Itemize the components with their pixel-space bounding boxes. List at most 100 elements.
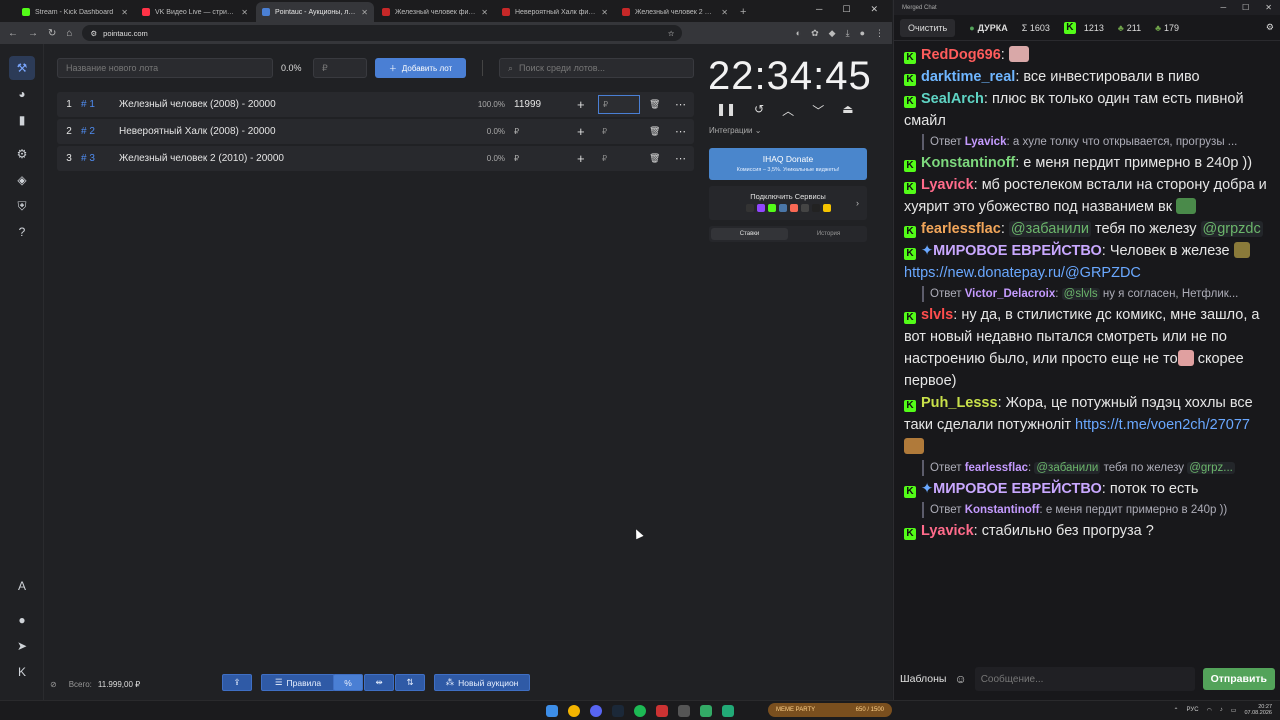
browser-tab[interactable]: VK Видео Live — стримы, прям✕ <box>136 2 254 22</box>
chat-username[interactable]: SealArch <box>921 91 984 107</box>
steam-icon[interactable] <box>612 705 624 717</box>
templates-button[interactable]: Шаблоны <box>900 673 946 685</box>
extension-icon[interactable]: ✿ <box>811 28 819 39</box>
auction-hammer-icon[interactable]: ⚒ <box>9 56 35 80</box>
chevron-up-icon[interactable]: ︿ <box>782 102 794 119</box>
forward-icon[interactable]: → <box>28 28 38 39</box>
tab-history[interactable]: История <box>790 226 867 242</box>
maximize-icon[interactable]: ☐ <box>1242 3 1249 12</box>
emoji-icon[interactable]: ☺ <box>954 672 966 686</box>
telegram-icon[interactable]: ➤ <box>9 634 35 658</box>
add-amount-icon[interactable]: + <box>577 97 585 112</box>
close-window-icon[interactable]: ✕ <box>1265 3 1272 12</box>
spotify-icon[interactable] <box>634 705 646 717</box>
reload-icon[interactable]: ↻ <box>48 28 56 39</box>
percent-toggle-button[interactable]: % <box>333 674 363 691</box>
gear-icon[interactable]: ⚙ <box>9 142 35 166</box>
extension-icon[interactable]: ◆ <box>829 28 836 39</box>
chat-username[interactable]: slvls <box>921 307 953 323</box>
chat-message-input[interactable]: Сообщение... <box>974 667 1195 691</box>
chat-username[interactable]: fearlessflac <box>921 221 1001 237</box>
new-auction-button[interactable]: ⁂ Новый аукцион <box>434 674 530 691</box>
close-icon[interactable]: ✕ <box>601 8 608 17</box>
download-icon[interactable]: ⤓ <box>846 28 850 39</box>
chat-mention[interactable]: @grpzdc <box>1200 221 1263 237</box>
tab-bets[interactable]: Ставки <box>711 228 788 240</box>
trash-icon[interactable]: 🗑 <box>649 126 660 137</box>
chat-username[interactable]: darktime_real <box>921 69 1015 85</box>
profile-icon[interactable]: ● <box>860 28 865 39</box>
lot-row[interactable]: 2 # 2 Невероятный Халк (2008) - 20000 0.… <box>57 119 694 144</box>
meme-party-widget[interactable]: MEME PARTY 650 / 1500 <box>768 703 892 717</box>
lot-bet-input[interactable]: ₽ <box>598 122 640 141</box>
trash-icon[interactable]: 🗑 <box>649 153 660 164</box>
eye-off-icon[interactable]: ⊘ <box>50 680 57 689</box>
split-button[interactable]: ⇹ <box>364 674 394 691</box>
ihaq-donate-card[interactable]: IHAQ Donate Комиссия – 3,5%. Уникальные … <box>709 148 867 180</box>
trash-icon[interactable]: 🗑 <box>649 99 660 110</box>
lot-name-input[interactable]: Название нового лота <box>57 58 273 78</box>
back-icon[interactable]: ← <box>8 28 18 39</box>
app-icon[interactable] <box>678 705 690 717</box>
lot-row[interactable]: 1 # 1 Железный человек (2008) - 20000 10… <box>57 92 694 117</box>
help-icon[interactable]: ? <box>9 220 35 244</box>
chat-username[interactable]: Lyavick <box>921 523 974 539</box>
chat-username[interactable]: МИРОВОЕ ЕВРЕЙСТВО <box>933 481 1102 497</box>
lot-bet-input[interactable]: ₽ <box>598 149 640 168</box>
layers-icon[interactable]: ◈ <box>9 168 35 192</box>
rules-button[interactable]: ☰ Правила <box>261 674 335 691</box>
close-icon[interactable]: ✕ <box>481 8 488 17</box>
gear-icon[interactable]: ⚙ <box>1266 22 1274 33</box>
add-amount-icon[interactable]: + <box>577 151 585 166</box>
chat-username[interactable]: Konstantinoff <box>921 155 1015 171</box>
site-info-icon[interactable]: ⚙ <box>90 29 97 38</box>
chrome-icon[interactable] <box>568 705 580 717</box>
lot-amount-input[interactable]: ₽ <box>313 58 367 78</box>
kick-logo-icon[interactable]: K <box>9 660 35 684</box>
browser-tab[interactable]: Железный человек 2 фильм, 2✕ <box>616 2 734 22</box>
eject-icon[interactable]: ⏏ <box>842 102 853 119</box>
url-field[interactable]: ⚙ pointauc.com ☆ <box>82 25 683 41</box>
battery-icon[interactable]: ▭ <box>1231 707 1237 714</box>
sort-button[interactable]: ⇅ <box>395 674 425 691</box>
chevron-down-icon[interactable]: ﹀ <box>812 102 824 119</box>
more-dots-icon[interactable]: ⋯ <box>675 152 686 165</box>
app-icon[interactable] <box>722 705 734 717</box>
close-window-icon[interactable]: ✕ <box>870 4 878 15</box>
close-icon[interactable]: ✕ <box>241 8 248 17</box>
import-button[interactable]: ⇪ <box>222 674 252 691</box>
lot-search-input[interactable]: ⌕ Поиск среди лотов... <box>499 58 694 78</box>
lot-row[interactable]: 3 # 3 Железный человек 2 (2010) - 20000 … <box>57 146 694 171</box>
system-clock[interactable]: 20:27 07.08.2026 <box>1244 704 1272 716</box>
stats-chart-icon[interactable]: ▮ <box>9 108 35 132</box>
maximize-icon[interactable]: ☐ <box>842 4 850 15</box>
minimize-icon[interactable]: ─ <box>816 4 822 15</box>
chat-username[interactable]: Puh_Lesss <box>921 395 998 411</box>
more-dots-icon[interactable]: ⋯ <box>675 125 686 138</box>
volume-icon[interactable]: ♪ <box>1220 707 1223 713</box>
home-icon[interactable]: ⌂ <box>66 28 72 39</box>
new-tab-button[interactable]: + <box>740 2 746 22</box>
chat-username[interactable]: RedDog696 <box>921 47 1001 63</box>
add-lot-button[interactable]: ＋ Добавить лот <box>375 58 466 78</box>
lot-name[interactable]: Железный человек 2 (2010) - 20000 <box>119 153 439 164</box>
app-icon[interactable] <box>656 705 668 717</box>
wheel-icon[interactable]: ◕ <box>9 82 35 106</box>
github-icon[interactable]: ● <box>9 608 35 632</box>
close-icon[interactable]: ✕ <box>121 8 128 17</box>
browser-tab[interactable]: Stream - Kick Dashboard ✕ <box>16 2 134 22</box>
lot-name[interactable]: Железный человек (2008) - 20000 <box>119 99 439 110</box>
browser-tab-active[interactable]: Pointauc - Аукционы, лотерея ✕ <box>256 2 374 22</box>
browser-tab[interactable]: Невероятный Халк фильм, 20 ✕ <box>496 2 614 22</box>
chat-link[interactable]: https://t.me/voen2ch/27077 <box>1075 417 1250 433</box>
add-amount-icon[interactable]: + <box>577 124 585 139</box>
menu-dots-icon[interactable]: ⋮ <box>875 28 884 39</box>
close-icon[interactable]: ✕ <box>361 8 368 17</box>
clear-chat-button[interactable]: Очистить <box>900 18 956 37</box>
more-dots-icon[interactable]: ⋯ <box>675 98 686 111</box>
translate-icon[interactable]: A <box>9 574 35 598</box>
reset-icon[interactable]: ↺ <box>754 102 764 119</box>
browser-tab[interactable]: Железный человек фильм, 20 ✕ <box>376 2 494 22</box>
bookmark-star-icon[interactable]: ☆ <box>668 29 675 38</box>
discord-icon[interactable] <box>590 705 602 717</box>
